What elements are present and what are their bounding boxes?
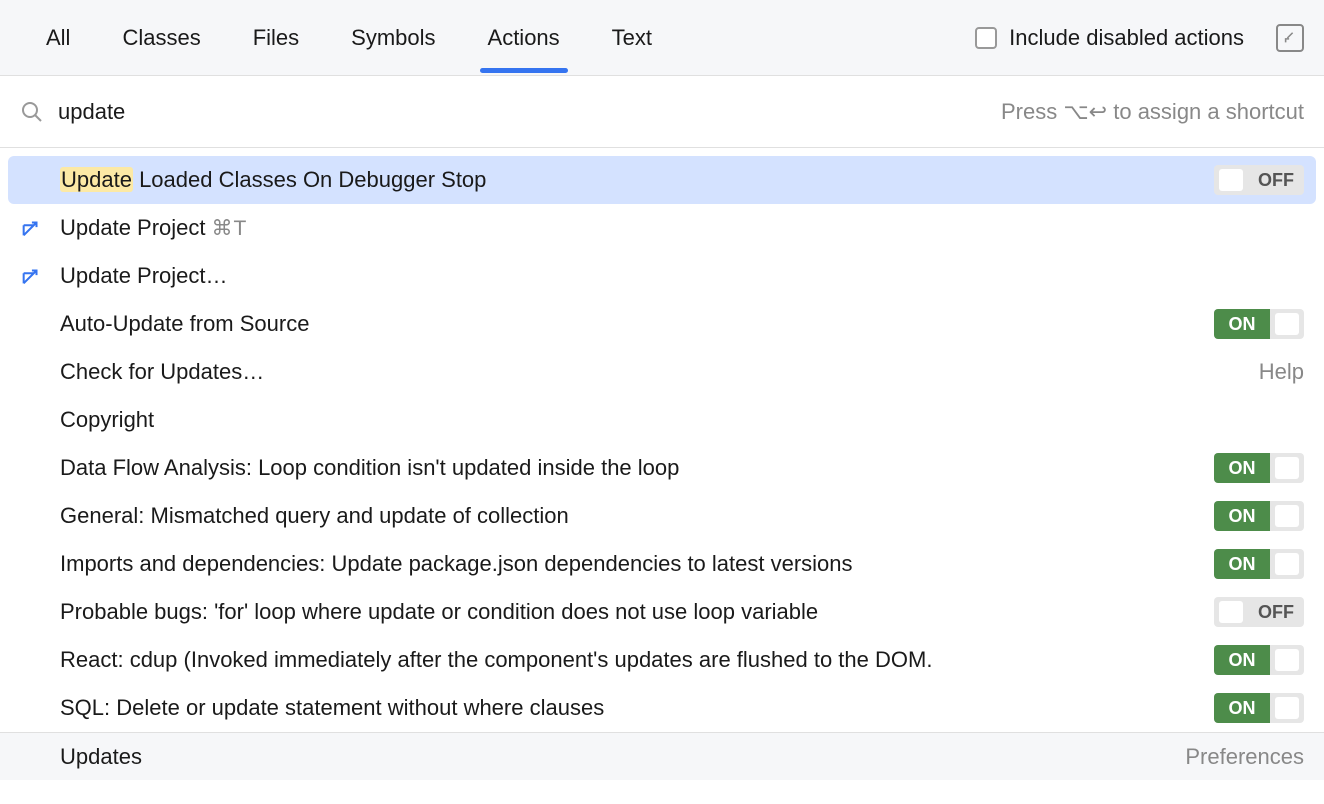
result-label: React: cdup (Invoked immediately after t… bbox=[60, 647, 1214, 673]
tab-actions[interactable]: Actions bbox=[462, 3, 586, 73]
toggle-on[interactable]: ON bbox=[1214, 501, 1304, 531]
result-label: Update Project… bbox=[60, 263, 1304, 289]
toggle-label: ON bbox=[1214, 453, 1270, 483]
shortcut-text: ⌘T bbox=[212, 217, 248, 240]
result-label: General: Mismatched query and update of … bbox=[60, 503, 1214, 529]
toggle-knob bbox=[1275, 457, 1299, 479]
include-disabled-checkbox[interactable] bbox=[975, 27, 997, 49]
result-label: Probable bugs: 'for' loop where update o… bbox=[60, 599, 1214, 625]
header-bar: All Classes Files Symbols Actions Text I… bbox=[0, 0, 1324, 76]
trailing-text: Help bbox=[1259, 359, 1304, 385]
toggle-knob bbox=[1275, 505, 1299, 527]
result-row[interactable]: Update Project⌘T bbox=[0, 204, 1324, 252]
result-row[interactable]: React: cdup (Invoked immediately after t… bbox=[0, 636, 1324, 684]
toggle-knob bbox=[1275, 649, 1299, 671]
tabs: All Classes Files Symbols Actions Text bbox=[20, 3, 975, 73]
match-highlight: Update bbox=[60, 167, 133, 192]
results-list: Update Loaded Classes On Debugger Stop O… bbox=[0, 148, 1324, 780]
toggle-knob bbox=[1275, 553, 1299, 575]
result-row[interactable]: Data Flow Analysis: Loop condition isn't… bbox=[0, 444, 1324, 492]
tab-symbols[interactable]: Symbols bbox=[325, 3, 461, 73]
tab-all[interactable]: All bbox=[20, 3, 96, 73]
header-right: Include disabled actions bbox=[975, 24, 1304, 52]
trailing-text: Preferences bbox=[1185, 744, 1304, 770]
tab-text[interactable]: Text bbox=[586, 3, 678, 73]
toggle-on[interactable]: ON bbox=[1214, 645, 1304, 675]
toggle-off[interactable]: OFF bbox=[1214, 165, 1304, 195]
result-label: Imports and dependencies: Update package… bbox=[60, 551, 1214, 577]
toggle-on[interactable]: ON bbox=[1214, 309, 1304, 339]
result-label: Updates bbox=[60, 744, 1185, 770]
toggle-knob bbox=[1275, 697, 1299, 719]
result-row[interactable]: Update Project… bbox=[0, 252, 1324, 300]
result-row[interactable]: Imports and dependencies: Update package… bbox=[0, 540, 1324, 588]
toggle-label: ON bbox=[1214, 645, 1270, 675]
search-input[interactable] bbox=[58, 99, 1001, 125]
toggle-label: OFF bbox=[1248, 165, 1304, 195]
toggle-label: ON bbox=[1214, 309, 1270, 339]
shortcut-hint: Press ⌥↩ to assign a shortcut bbox=[1001, 99, 1304, 125]
toggle-label: OFF bbox=[1248, 597, 1304, 627]
result-row[interactable]: Check for Updates… Help bbox=[0, 348, 1324, 396]
toggle-off[interactable]: OFF bbox=[1214, 597, 1304, 627]
result-label: Auto-Update from Source bbox=[60, 311, 1214, 337]
result-row[interactable]: Auto-Update from Source ON bbox=[0, 300, 1324, 348]
update-arrow-icon bbox=[20, 217, 60, 239]
result-row[interactable]: Copyright bbox=[0, 396, 1324, 444]
pin-icon[interactable] bbox=[1276, 24, 1304, 52]
result-row[interactable]: Updates Preferences bbox=[0, 732, 1324, 780]
result-row[interactable]: Update Loaded Classes On Debugger Stop O… bbox=[8, 156, 1316, 204]
toggle-label: ON bbox=[1214, 693, 1270, 723]
toggle-on[interactable]: ON bbox=[1214, 549, 1304, 579]
result-label: Copyright bbox=[60, 407, 1304, 433]
toggle-on[interactable]: ON bbox=[1214, 453, 1304, 483]
search-icon bbox=[20, 100, 44, 124]
tab-files[interactable]: Files bbox=[227, 3, 325, 73]
toggle-knob bbox=[1275, 313, 1299, 335]
toggle-label: ON bbox=[1214, 501, 1270, 531]
result-label: Data Flow Analysis: Loop condition isn't… bbox=[60, 455, 1214, 481]
result-label: SQL: Delete or update statement without … bbox=[60, 695, 1214, 721]
toggle-on[interactable]: ON bbox=[1214, 693, 1304, 723]
toggle-label: ON bbox=[1214, 549, 1270, 579]
result-row[interactable]: SQL: Delete or update statement without … bbox=[0, 684, 1324, 732]
result-label: Update Project⌘T bbox=[60, 215, 1304, 241]
toggle-knob bbox=[1219, 601, 1243, 623]
result-label: Update Loaded Classes On Debugger Stop bbox=[60, 167, 1214, 193]
include-disabled-label: Include disabled actions bbox=[1009, 25, 1244, 51]
label-rest: Loaded Classes On Debugger Stop bbox=[133, 167, 486, 192]
result-row[interactable]: General: Mismatched query and update of … bbox=[0, 492, 1324, 540]
toggle-knob bbox=[1219, 169, 1243, 191]
search-row: Press ⌥↩ to assign a shortcut bbox=[0, 76, 1324, 148]
tab-classes[interactable]: Classes bbox=[96, 3, 226, 73]
result-row[interactable]: Probable bugs: 'for' loop where update o… bbox=[0, 588, 1324, 636]
update-arrow-icon bbox=[20, 265, 60, 287]
result-label: Check for Updates… bbox=[60, 359, 1259, 385]
